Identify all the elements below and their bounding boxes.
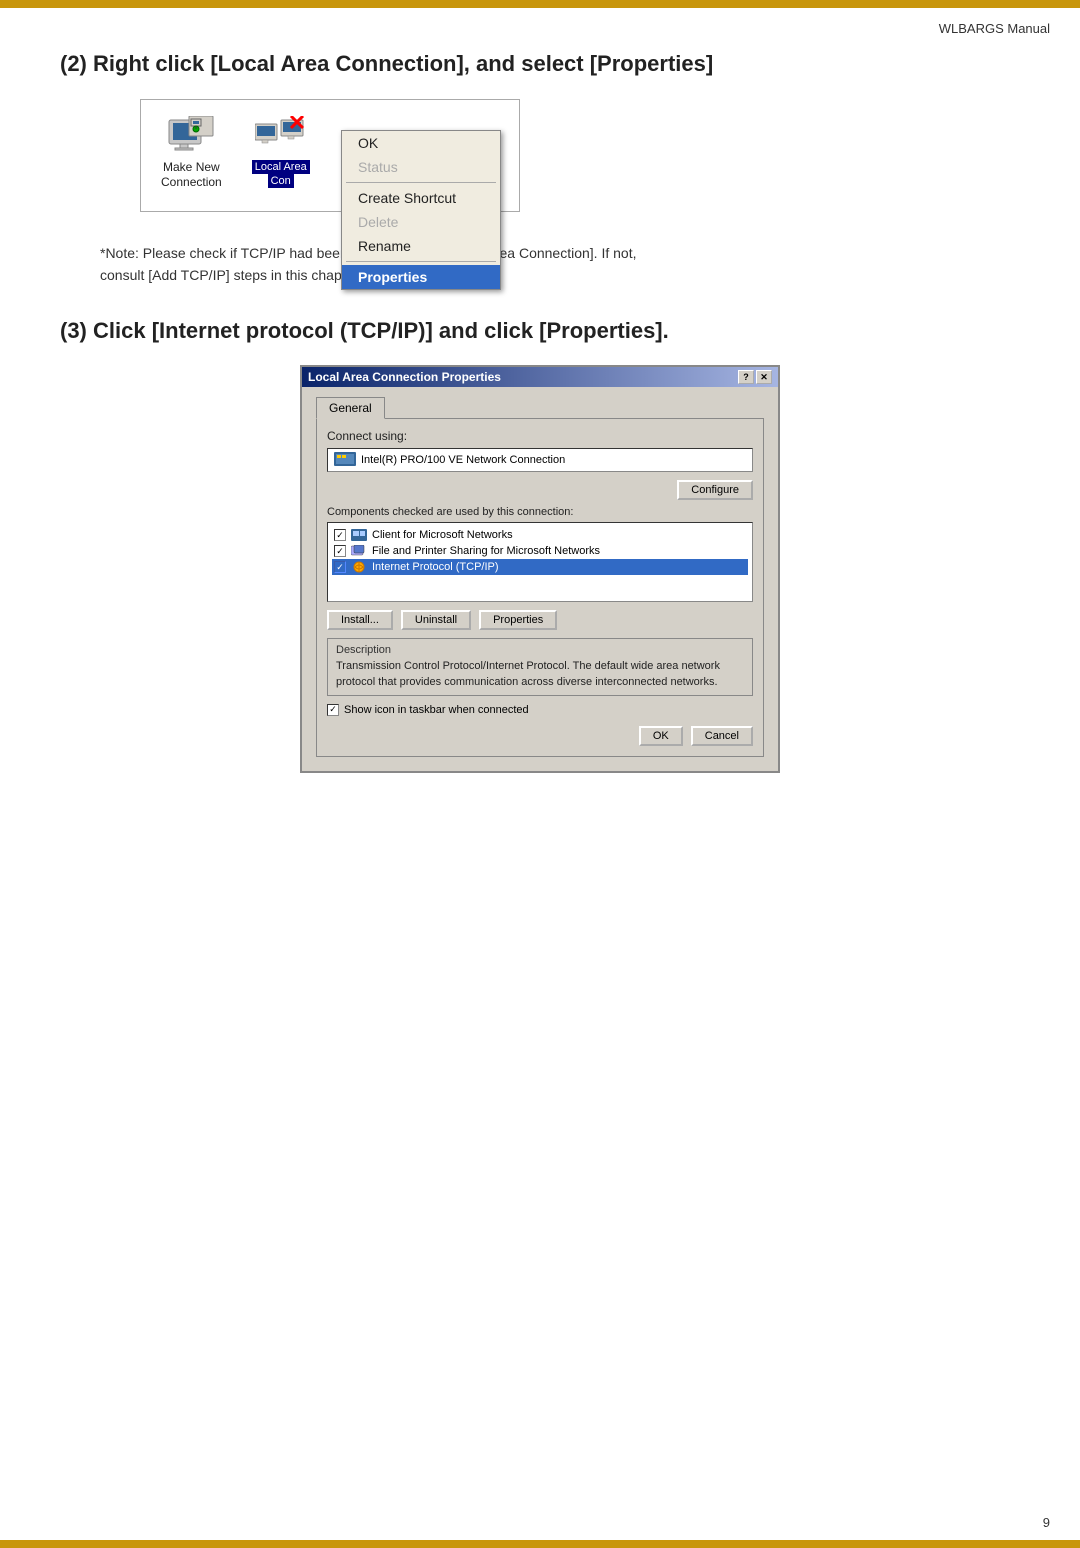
main-content: (2) Right click [Local Area Connection],…: [60, 50, 1020, 1518]
show-icon-checkbox[interactable]: ✓: [327, 704, 339, 716]
install-button[interactable]: Install...: [327, 610, 393, 630]
component-client-label: Client for Microsoft Networks: [372, 529, 513, 541]
local-area-label: Local Area Con: [252, 160, 310, 188]
components-label: Components checked are used by this conn…: [327, 506, 753, 518]
close-button[interactable]: ✕: [756, 370, 772, 384]
show-icon-label: Show icon in taskbar when connected: [344, 704, 529, 716]
section2-heading: (2) Right click [Local Area Connection],…: [60, 50, 1020, 79]
client-icon: [351, 529, 367, 541]
context-menu-properties[interactable]: Properties: [342, 265, 500, 289]
configure-row: Configure: [327, 480, 753, 500]
show-icon-row: ✓ Show icon in taskbar when connected: [327, 704, 753, 716]
context-menu-create-shortcut[interactable]: Create Shortcut: [342, 186, 500, 210]
checkbox-client[interactable]: ✓: [334, 529, 346, 541]
note-text: *Note: Please check if TCP/IP had been i…: [100, 242, 1020, 287]
general-tab[interactable]: General: [316, 397, 385, 419]
tab-strip: General: [316, 397, 764, 418]
description-section: Description Transmission Control Protoco…: [327, 638, 753, 696]
context-menu-sep2: [346, 261, 496, 262]
make-new-connection-icon-col: Make New Connection: [161, 116, 222, 191]
manual-title: WLBARGS Manual: [939, 21, 1050, 36]
local-area-connection-icon-col: Local Area Con: [252, 116, 310, 188]
dialog-wrapper: Local Area Connection Properties ? ✕ Gen…: [60, 365, 1020, 773]
component-tcp-ip-label: Internet Protocol (TCP/IP): [372, 561, 499, 573]
tab-content: Connect using: Intel(R) PRO/100 VE Netwo…: [316, 418, 764, 757]
device-box: Intel(R) PRO/100 VE Network Connection: [327, 448, 753, 472]
checkbox-file-printer[interactable]: ✓: [334, 545, 346, 557]
make-new-connection-icon: [167, 116, 215, 160]
uninstall-button[interactable]: Uninstall: [401, 610, 471, 630]
network-card-icon: [334, 452, 356, 468]
connect-using-label: Connect using:: [327, 429, 753, 443]
components-list: ✓ Client for Microsoft Networks ✓: [327, 522, 753, 602]
local-area-con: Con: [268, 174, 294, 188]
component-file-printer-label: File and Printer Sharing for Microsoft N…: [372, 545, 600, 557]
dialog-title: Local Area Connection Properties: [308, 370, 501, 384]
local-area-connection-dialog: Local Area Connection Properties ? ✕ Gen…: [300, 365, 780, 773]
top-gold-bar: [0, 0, 1080, 8]
context-menu-sep1: [346, 182, 496, 183]
ok-button[interactable]: OK: [639, 726, 683, 746]
dialog-content: General Connect using:: [302, 387, 778, 771]
section3-heading: (3) Click [Internet protocol (TCP/IP)] a…: [60, 317, 1020, 346]
header: WLBARGS Manual: [0, 8, 1080, 48]
connections-window: Make New Connection: [140, 99, 520, 212]
device-name: Intel(R) PRO/100 VE Network Connection: [361, 454, 565, 466]
dialog-titlebar: Local Area Connection Properties ? ✕: [302, 367, 778, 387]
checkbox-tcp-ip[interactable]: ✓: [334, 561, 346, 573]
titlebar-controls: ? ✕: [738, 370, 772, 384]
context-menu: OK Status Create Shortcut Delete Rename …: [341, 130, 501, 290]
configure-button[interactable]: Configure: [677, 480, 753, 500]
description-text: Transmission Control Protocol/Internet P…: [336, 659, 744, 690]
tcp-ip-icon: [351, 561, 367, 573]
context-menu-rename[interactable]: Rename: [342, 234, 500, 258]
file-printer-icon: [351, 545, 367, 557]
cancel-button[interactable]: Cancel: [691, 726, 753, 746]
help-button[interactable]: ?: [738, 370, 754, 384]
device-row: Intel(R) PRO/100 VE Network Connection: [327, 448, 753, 472]
bottom-gold-bar: [0, 1540, 1080, 1548]
component-file-printer[interactable]: ✓ File and Printer Sharing for Microsoft…: [332, 543, 748, 559]
install-buttons-row: Install... Uninstall Properties: [327, 610, 753, 630]
page-number: 9: [1043, 1515, 1050, 1530]
local-area-connection-icon: [255, 116, 307, 160]
context-menu-status: Status: [342, 155, 500, 179]
properties-button[interactable]: Properties: [479, 610, 557, 630]
ok-cancel-row: OK Cancel: [327, 726, 753, 746]
make-new-connection-label: Make New Connection: [161, 160, 222, 191]
context-menu-disable[interactable]: OK: [342, 131, 500, 155]
description-title: Description: [336, 644, 744, 656]
local-area-highlight: Local Area: [252, 160, 310, 174]
component-client-ms[interactable]: ✓ Client for Microsoft Networks: [332, 527, 748, 543]
context-menu-delete: Delete: [342, 210, 500, 234]
component-tcp-ip[interactable]: ✓ Internet Protocol (TCP/IP): [332, 559, 748, 575]
